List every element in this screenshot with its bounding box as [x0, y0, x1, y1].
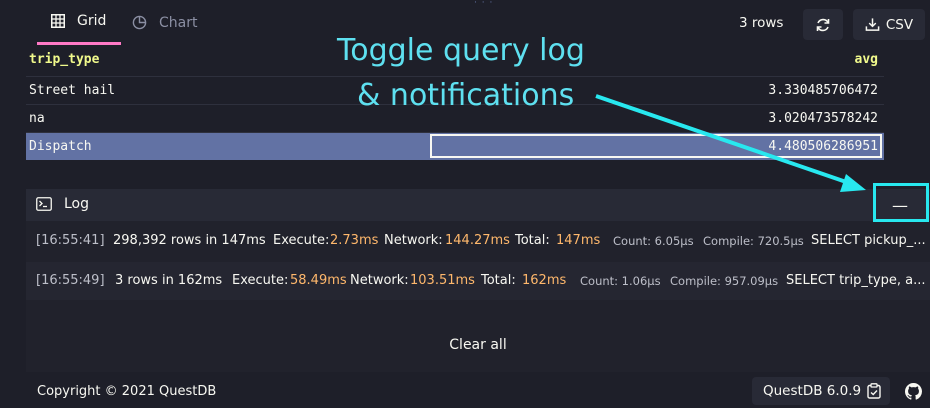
tab-chart-label: Chart [159, 14, 198, 31]
version-badge[interactable]: QuestDB 6.0.9 [752, 377, 890, 405]
log-execute-label: Execute: [273, 233, 330, 248]
refresh-icon [816, 18, 830, 31]
log-query[interactable]: SELECT pickup_... [811, 233, 926, 248]
version-label: QuestDB 6.0.9 [763, 383, 862, 399]
annotation-highlight-box [873, 183, 929, 222]
log-query[interactable]: SELECT trip_type, a... [786, 273, 926, 288]
log-compile: Compile: 720.5µs [703, 234, 804, 248]
copyright: Copyright © 2021 QuestDB [37, 384, 217, 399]
terminal-icon [36, 197, 52, 211]
grid-cell-active[interactable]: 4.480506286951 [768, 139, 878, 154]
log-compile: Compile: 957.09µs [670, 274, 779, 288]
chart-icon [132, 15, 147, 30]
log-entry[interactable]: [16:55:41] 298,392 rows in 147ms Execute… [26, 222, 930, 260]
log-network-label: Network: [384, 233, 443, 248]
download-icon [865, 18, 880, 31]
log-network-value: 144.27ms [445, 233, 510, 248]
log-header: Log — [26, 189, 930, 221]
refresh-button[interactable] [803, 9, 843, 40]
footer: Copyright © 2021 QuestDB QuestDB 6.0.9 [0, 374, 930, 408]
log-time: [16:55:49] [36, 273, 105, 288]
log-total-label: Total: [515, 233, 550, 248]
log-summary: 298,392 rows in 147ms [113, 233, 266, 248]
tab-grid-label: Grid [77, 13, 107, 29]
table-row-selected[interactable]: Dispatch 4.480506286951 [26, 132, 884, 160]
grid-cell[interactable]: 3.330485706472 [768, 83, 878, 98]
annotation-line-2: & notifications [357, 78, 575, 113]
resize-grip[interactable]: · · · [474, 0, 493, 8]
rows-count: 3 rows [739, 15, 784, 31]
log-execute-value: 58.49ms [290, 273, 347, 288]
grid-cell[interactable]: na [29, 111, 45, 126]
github-icon[interactable] [905, 383, 922, 400]
log-execute-label: Execute: [232, 273, 289, 288]
log-total-value: 162ms [522, 273, 567, 288]
annotation-line-1: Toggle query log [337, 33, 585, 68]
log-network-value: 103.51ms [410, 273, 475, 288]
column-header-avg[interactable]: avg [855, 52, 878, 67]
grid-cell[interactable]: 3.020473578242 [768, 111, 878, 126]
tab-grid[interactable]: Grid [37, 0, 121, 45]
log-count: Count: 6.05µs [613, 234, 694, 248]
copy-icon[interactable] [867, 383, 881, 399]
download-csv-button[interactable]: CSV [853, 9, 925, 40]
log-panel: Log — [16:55:41] 298,392 rows in 147ms E… [26, 189, 930, 372]
clear-all-button[interactable]: Clear all [26, 337, 930, 353]
tab-chart[interactable]: Chart [132, 0, 212, 45]
grid-cell[interactable]: Street hail [29, 83, 115, 98]
log-network-label: Network: [350, 273, 409, 288]
log-total-value: 147ms [556, 233, 601, 248]
grid-gutter [884, 46, 930, 186]
log-execute-value: 2.73ms [330, 233, 379, 248]
log-title: Log [64, 196, 90, 212]
log-entry[interactable]: [16:55:49] 3 rows in 162ms Execute: 58.4… [26, 262, 930, 300]
log-total-label: Total: [481, 273, 516, 288]
log-summary: 3 rows in 162ms [115, 273, 223, 288]
column-header-trip-type[interactable]: trip_type [29, 52, 99, 67]
grid-icon [51, 14, 65, 28]
grid-cell[interactable]: Dispatch [29, 139, 92, 154]
csv-label: CSV [885, 16, 914, 33]
log-time: [16:55:41] [36, 233, 105, 248]
log-count: Count: 1.06µs [580, 274, 661, 288]
